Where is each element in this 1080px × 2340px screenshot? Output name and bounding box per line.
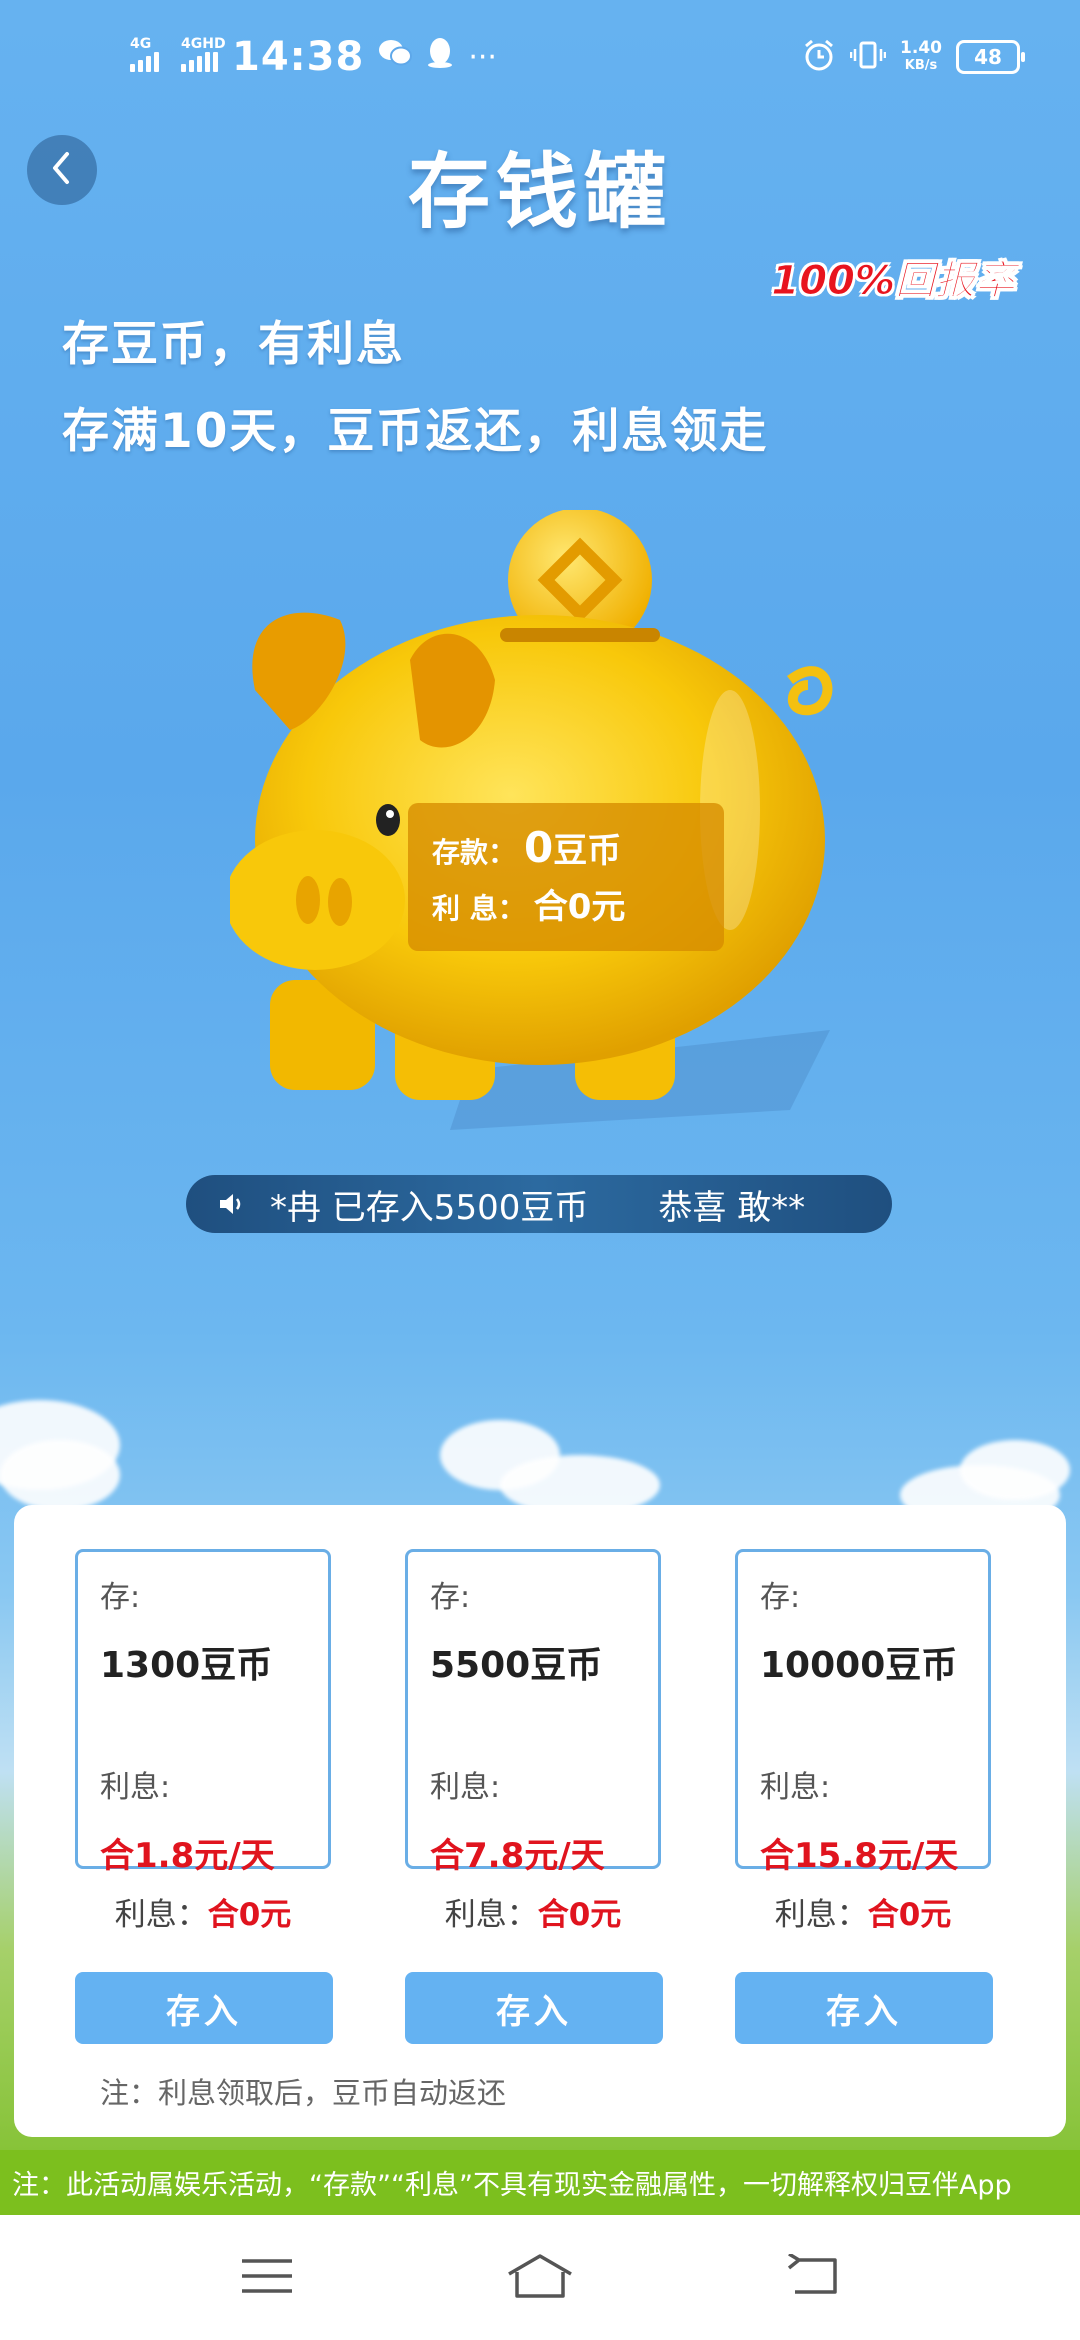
interest-value: 合0元 [533,887,626,927]
plan-rate: 合15.8元/天 [760,1836,959,1876]
nav-menu-button[interactable] [217,2238,317,2318]
deposit-button[interactable]: 存入 [75,1972,333,2044]
battery-icon: 48 [956,40,1025,74]
deposit-label: 存款： [432,836,517,869]
deposit-button[interactable]: 存入 [735,1972,993,2044]
plan-box[interactable]: 存: 5500豆币 利息: 合7.8元/天 [405,1549,661,1876]
plan-deposit-label: 存: [100,1580,141,1615]
intro-line-2: 存满10天，豆币返还，利息领走 [62,404,769,459]
more-icon: ··· [468,39,497,75]
page-title: 存钱罐 [407,145,672,240]
back-icon [785,2251,841,2302]
plan-interest-label: 利息: [430,1770,501,1805]
plan-interest-label: 利息: [100,1770,171,1805]
deposit-unit: 豆币 [553,831,622,871]
deposit-plans-card: 存: 1300豆币 利息: 合1.8元/天 利息：合0元 存入 存: 5500豆… [14,1505,1066,2137]
vibrate-icon [849,40,887,74]
signal-icon: 4G [130,36,159,72]
deposit-button[interactable]: 存入 [405,1972,663,2044]
net-speed: 1.40 KB/s [900,38,942,74]
plan-option: 存: 10000豆币 利息: 合15.8元/天 利息：合0元 存入 [735,1549,993,2044]
ticker-message: 恭喜 敢** [658,1187,806,1228]
wechat-icon [378,38,413,76]
nav-back-button[interactable] [763,2238,863,2318]
deposit-ticker: *冉 已存入5500豆币 恭喜 敢** [186,1175,892,1233]
plan-amount: 1300豆币 [100,1645,273,1686]
plan-deposit-label: 存: [760,1580,801,1615]
plan-rate: 合7.8元/天 [430,1836,605,1876]
alarm-icon [802,38,836,76]
plan-amount: 10000豆币 [760,1645,958,1686]
plan-earned: 利息：合0元 [444,1897,622,1933]
plan-earned: 利息：合0元 [114,1897,292,1933]
system-nav-bar [0,2215,1080,2340]
status-time: 14:38 [232,34,365,80]
plan-option: 存: 5500豆币 利息: 合7.8元/天 利息：合0元 存入 [405,1549,663,2044]
signal-icon: 4GHD [181,36,226,72]
deposit-amount: 0 [524,823,554,872]
nav-home-button[interactable] [490,2238,590,2318]
menu-icon [240,2256,294,2300]
plan-box[interactable]: 存: 10000豆币 利息: 合15.8元/天 [735,1549,991,1876]
qq-icon [426,37,454,77]
plan-earned: 利息：合0元 [774,1897,952,1933]
plan-box[interactable]: 存: 1300豆币 利息: 合1.8元/天 [75,1549,331,1876]
ticker-message: *冉 已存入5500豆币 [270,1187,589,1228]
piggy-balance-panel: 存款： 0豆币 利 息： 合0元 [408,803,724,951]
plan-deposit-label: 存: [430,1580,471,1615]
plan-amount: 5500豆币 [430,1645,603,1686]
plan-rate: 合1.8元/天 [100,1836,275,1876]
disclaimer-strip: 注：此活动属娱乐活动，“存款”“利息”不具有现实金融属性，一切解释权归豆伴App [0,2150,1080,2215]
plan-option: 存: 1300豆币 利息: 合1.8元/天 利息：合0元 存入 [75,1549,333,2044]
plan-interest-label: 利息: [760,1770,831,1805]
return-rate-badge: 100%回报率 [771,258,1016,305]
status-bar: 4G 4GHD 14:38 ··· 1.40 KB/s 48 [0,0,1080,110]
interest-label: 利 息： [432,892,526,925]
intro-line-1: 存豆币，有利息 [62,317,405,372]
home-icon [505,2252,575,2304]
speaker-icon [214,1186,250,1222]
card-note: 注：利息领取后，豆币自动返还 [100,2076,507,2110]
